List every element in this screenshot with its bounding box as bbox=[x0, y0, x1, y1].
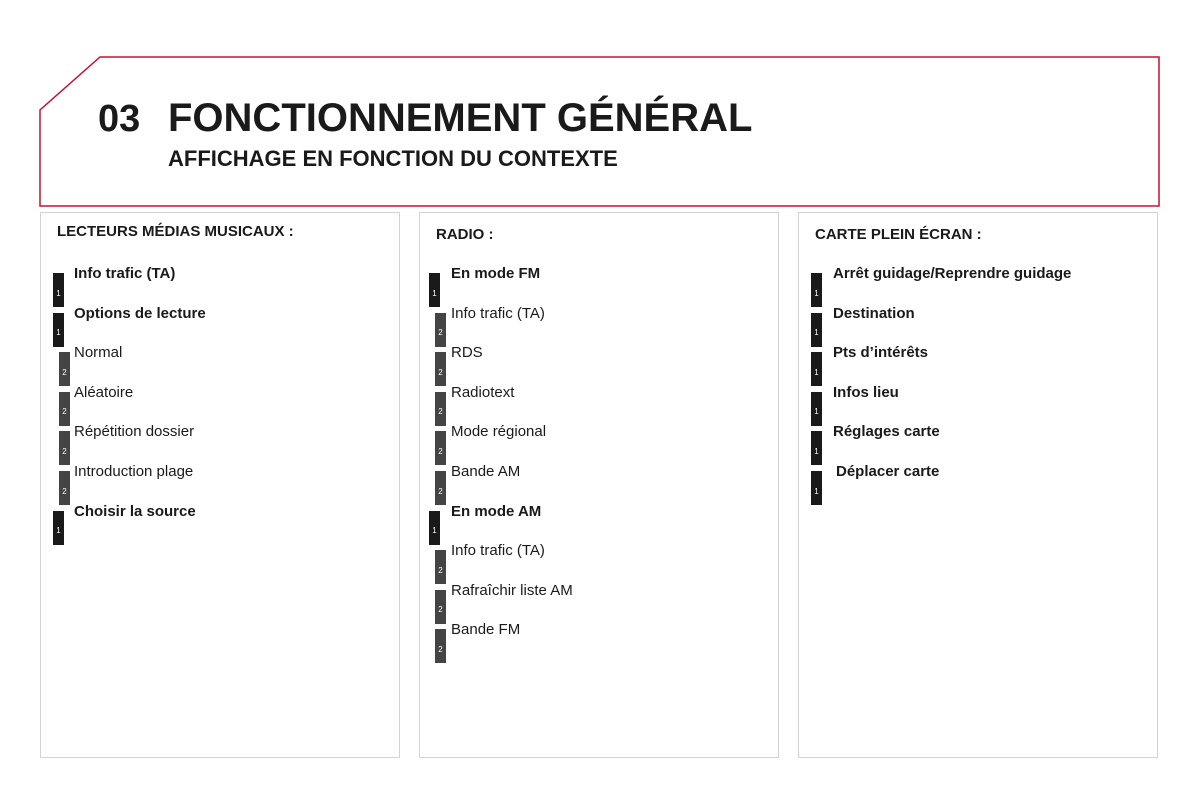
menu-item-label: Normal bbox=[74, 344, 123, 362]
menu-item-label: Mode régional bbox=[451, 423, 547, 441]
menu-item-label: Choisir la source bbox=[74, 502, 196, 520]
menu-item[interactable]: 1 Déplacer carte bbox=[799, 463, 1157, 505]
menu-item[interactable]: 2 Bande AM bbox=[420, 463, 778, 505]
menu-item[interactable]: 1 Infos lieu bbox=[799, 384, 1157, 426]
menu-level-badge: 2 bbox=[435, 312, 446, 347]
menu-item-label: Pts d’intérêts bbox=[833, 344, 929, 362]
menu-level-badge: 2 bbox=[59, 431, 70, 466]
menu-item-label: Options de lecture bbox=[74, 304, 206, 322]
menu-level-badge: 1 bbox=[811, 312, 822, 347]
menu-level-badge: 1 bbox=[53, 510, 64, 545]
menu-item-label: Introduction plage bbox=[74, 463, 194, 480]
menu-level-badge: 2 bbox=[435, 629, 446, 664]
menu-level-badge: 1 bbox=[811, 471, 822, 505]
menu-level-badge: 1 bbox=[53, 312, 64, 347]
menu-item[interactable]: 2 RDS bbox=[420, 344, 778, 387]
menu-item[interactable]: 2 Info trafic (TA) bbox=[420, 542, 778, 585]
panel-music-players: LECTEURS MÉDIAS MUSICAUX : 1 Info trafic … bbox=[40, 212, 400, 758]
menu-item[interactable]: 2 Bande FM bbox=[420, 621, 778, 664]
page-title: FONCTIONNEMENT GÉNÉRAL bbox=[168, 96, 753, 140]
menu-item[interactable]: 1 En mode FM bbox=[420, 265, 778, 307]
menu-item[interactable]: 2 Aléatoire bbox=[41, 384, 399, 426]
menu-item-label: Bande AM bbox=[451, 463, 521, 480]
menu-item[interactable]: 1 En mode AM bbox=[420, 503, 778, 545]
chapter-number: 03 bbox=[98, 98, 141, 140]
menu-level-badge: 2 bbox=[435, 391, 446, 426]
menu-item-label: Radiotext bbox=[451, 383, 515, 401]
menu-level-badge: 2 bbox=[435, 589, 446, 624]
menu-item[interactable]: 2 Normal bbox=[41, 344, 399, 387]
menu-item[interactable]: 1 Réglages carte bbox=[799, 423, 1157, 466]
menu-item-label: En mode AM bbox=[451, 502, 542, 520]
menu-level-badge: 1 bbox=[811, 431, 822, 466]
menu-item[interactable]: 1 Options de lecture bbox=[41, 305, 399, 347]
menu-item[interactable]: 2 Introduction plage bbox=[41, 463, 399, 505]
menu-item[interactable]: 2 Mode régional bbox=[420, 423, 778, 466]
panel-title: RADIO : bbox=[436, 226, 494, 243]
menu-item-label: Info trafic (TA) bbox=[451, 304, 545, 322]
menu-item[interactable]: 1 Pts d’intérêts bbox=[799, 344, 1157, 387]
menu-level-badge: 1 bbox=[53, 273, 64, 307]
menu-item-label: En mode FM bbox=[451, 265, 541, 282]
menu-level-badge: 1 bbox=[811, 352, 822, 387]
menu-level-badge: 2 bbox=[59, 391, 70, 426]
menu-level-badge: 2 bbox=[59, 352, 70, 387]
menu-item-label: Déplacer carte bbox=[836, 463, 940, 480]
panel-fullscreen-map: CARTE PLEIN ÉCRAN : 1 Arrêt guidage/Repre… bbox=[798, 212, 1158, 758]
menu-item-label: Réglages carte bbox=[833, 423, 940, 441]
panel-title: CARTE PLEIN ÉCRAN : bbox=[815, 226, 982, 243]
menu-item-label: Destination bbox=[833, 304, 915, 322]
menu-item-label: Bande FM bbox=[451, 621, 521, 639]
panel-title: LECTEURS MÉDIAS MUSICAUX : bbox=[57, 223, 294, 240]
menu-item-label: RDS bbox=[451, 344, 483, 362]
menu-item-label: Aléatoire bbox=[74, 383, 134, 401]
menu-level-badge: 1 bbox=[811, 391, 822, 426]
chapter-header-frame: 03 FONCTIONNEMENT GÉNÉRAL AFFICHAGE EN F… bbox=[0, 0, 1200, 220]
menu-item-label: Infos lieu bbox=[833, 383, 899, 401]
menu-item-label: Rafraîchir liste AM bbox=[451, 581, 573, 599]
menu-item[interactable]: 2 Répétition dossier bbox=[41, 423, 399, 466]
menu-level-badge: 2 bbox=[435, 550, 446, 585]
menu-level-badge: 1 bbox=[429, 510, 440, 545]
menu-level-badge: 2 bbox=[435, 431, 446, 466]
menu-level-badge: 2 bbox=[435, 352, 446, 387]
menu-item[interactable]: 2 Rafraîchir liste AM bbox=[420, 582, 778, 624]
menu-item[interactable]: 1 Choisir la source bbox=[41, 503, 399, 545]
menu-level-badge: 2 bbox=[59, 471, 70, 505]
menu-item[interactable]: 1 Arrêt guidage/Reprendre guidage bbox=[799, 265, 1157, 307]
menu-item-label: Info trafic (TA) bbox=[74, 265, 176, 282]
menu-item-label: Info trafic (TA) bbox=[451, 542, 545, 560]
panel-radio: RADIO : 1 En mode FM 2 Info trafic (TA) 2 RDS… bbox=[419, 212, 779, 758]
menu-item[interactable]: 1 Info trafic (TA) bbox=[41, 265, 399, 307]
menu-level-badge: 2 bbox=[435, 471, 446, 505]
menu-item-label: Répétition dossier bbox=[74, 423, 195, 441]
menu-item[interactable]: 1 Destination bbox=[799, 305, 1157, 347]
menu-item[interactable]: 2 Info trafic (TA) bbox=[420, 305, 778, 347]
page-subtitle: AFFICHAGE EN FONCTION DU CONTEXTE bbox=[168, 146, 618, 171]
menu-item-label: Arrêt guidage/Reprendre guidage bbox=[833, 265, 1072, 282]
menu-item[interactable]: 2 Radiotext bbox=[420, 384, 778, 426]
menu-level-badge: 1 bbox=[429, 273, 440, 307]
menu-level-badge: 1 bbox=[811, 273, 822, 307]
